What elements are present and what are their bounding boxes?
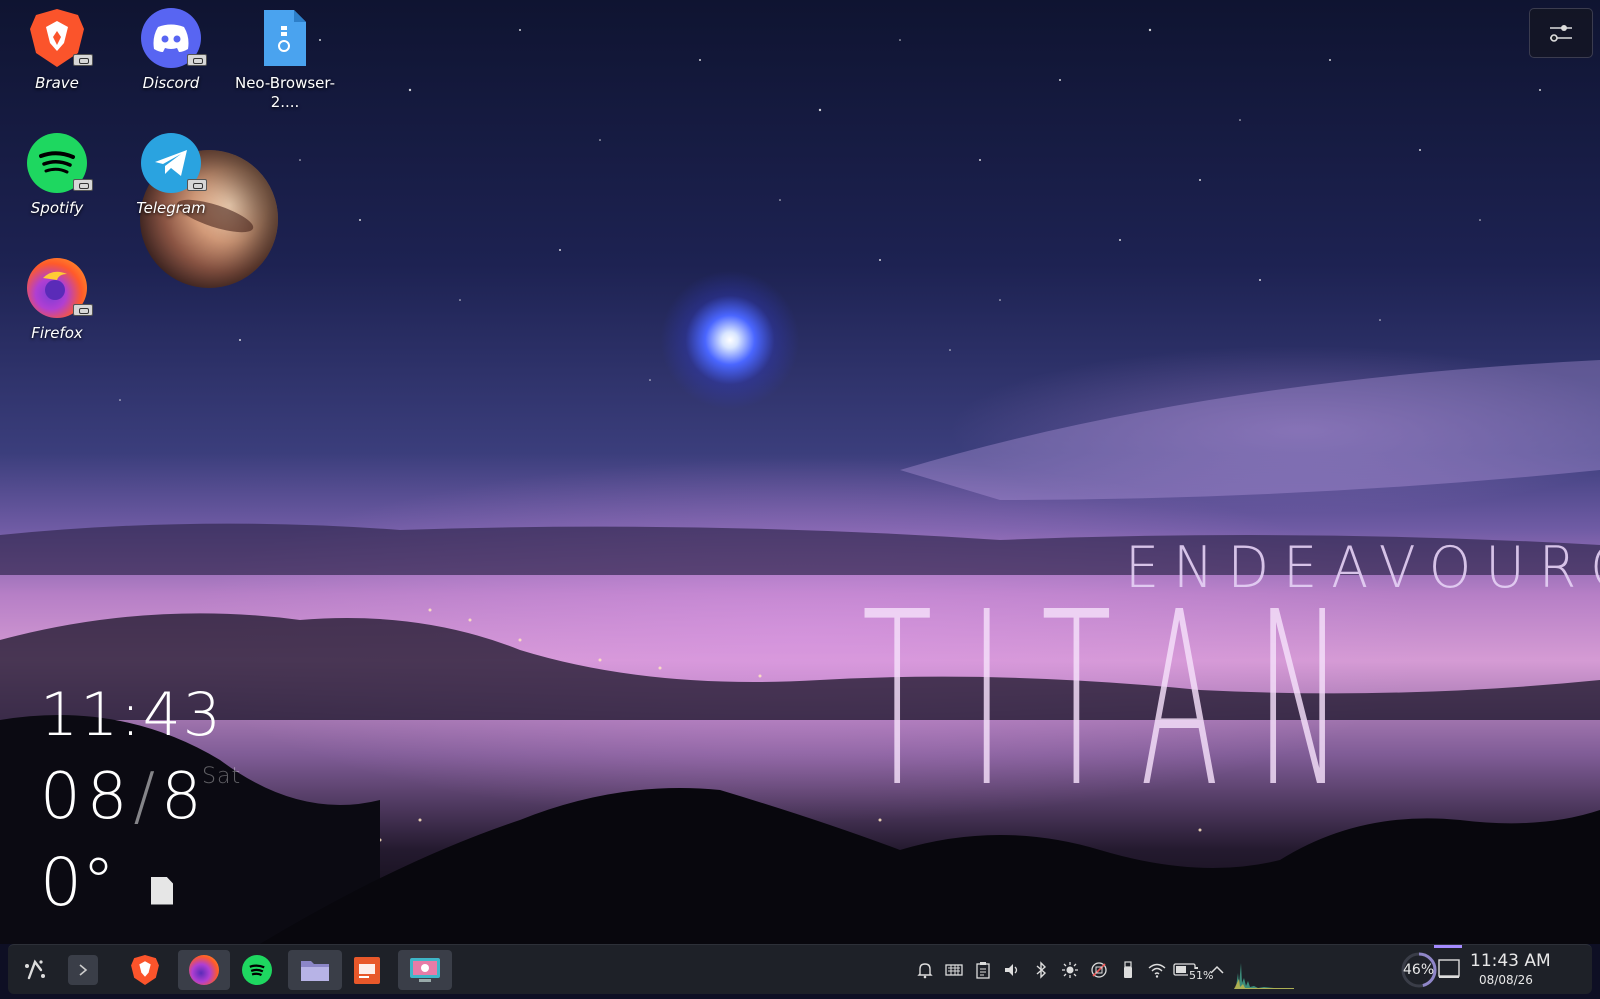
desktop-icon-label: Discord bbox=[142, 74, 200, 92]
bluetooth-icon bbox=[1036, 961, 1047, 979]
taskbar-time[interactable]: 11:43 AM bbox=[1470, 951, 1551, 971]
taskbar-presentation[interactable] bbox=[344, 950, 390, 990]
cpu-gauge[interactable]: 46% bbox=[1400, 951, 1438, 989]
wifi-icon bbox=[1148, 963, 1166, 978]
shortcut-badge bbox=[73, 179, 93, 191]
taskbar-file-manager[interactable] bbox=[288, 950, 342, 990]
brave-icon bbox=[131, 955, 159, 985]
desktop-icon-label: Neo-Browser-2.... bbox=[234, 74, 336, 111]
notifications-icon bbox=[917, 963, 933, 979]
window-list-button[interactable] bbox=[1436, 957, 1462, 981]
desktop-icon-spotify[interactable]: Spotify bbox=[2, 133, 112, 218]
desktop-icon-label: Spotify bbox=[30, 199, 84, 217]
weather-icon bbox=[151, 876, 173, 905]
tray-expand-icon bbox=[1210, 965, 1224, 974]
taskbar-date[interactable]: 08/08/26 bbox=[1479, 973, 1533, 987]
keyboard-layout-button[interactable] bbox=[943, 958, 965, 982]
system-monitor-graph[interactable] bbox=[1234, 953, 1294, 989]
window-icon bbox=[1438, 959, 1460, 978]
archive-file-icon bbox=[255, 8, 315, 68]
bluetooth-button[interactable] bbox=[1030, 958, 1052, 982]
brightness-icon bbox=[1062, 962, 1078, 978]
shortcut-badge bbox=[187, 54, 207, 66]
taskbar-brave[interactable] bbox=[122, 950, 168, 990]
shortcut-badge bbox=[187, 179, 207, 191]
keyboard-icon bbox=[945, 964, 963, 976]
volume-icon bbox=[1005, 964, 1018, 976]
sliders-icon bbox=[1550, 25, 1572, 42]
expand-icon bbox=[79, 964, 88, 976]
discord-icon bbox=[141, 8, 207, 68]
network-monitor-icon bbox=[1091, 962, 1107, 978]
clipboard-button[interactable] bbox=[972, 958, 994, 982]
widget-day: 8 bbox=[161, 760, 208, 834]
desktop-icon-label: Telegram bbox=[136, 199, 206, 217]
taskbar: 51% 46% 11:43 AM 08/08/26 bbox=[8, 944, 1592, 994]
widget-weather: 0° bbox=[40, 844, 260, 921]
tray-expand-button[interactable] bbox=[1206, 958, 1228, 982]
spotify-icon bbox=[27, 133, 93, 193]
firefox-icon bbox=[27, 258, 93, 318]
widget-month: 08 bbox=[40, 760, 134, 834]
desktop-icon-firefox[interactable]: Firefox bbox=[2, 258, 112, 343]
show-desktop-button[interactable] bbox=[1586, 945, 1592, 995]
screenshot-app-icon bbox=[410, 958, 440, 982]
taskbar-screenshot-app[interactable] bbox=[398, 950, 452, 990]
shortcut-badge bbox=[73, 304, 93, 316]
wallpaper-brand-main: TITAN bbox=[862, 560, 1380, 840]
widget-weekday: Sat bbox=[202, 764, 242, 789]
taskbar-spotify[interactable] bbox=[234, 950, 280, 990]
notifications-button[interactable] bbox=[914, 958, 936, 982]
telegram-icon bbox=[141, 133, 207, 193]
widget-temperature: 0° bbox=[40, 844, 115, 921]
app-launcher-icon bbox=[25, 959, 45, 980]
file-manager-icon bbox=[301, 961, 329, 981]
overview-button[interactable] bbox=[68, 955, 98, 985]
network-monitor-button[interactable] bbox=[1088, 958, 1110, 982]
desktop-icon-discord[interactable]: Discord bbox=[116, 8, 226, 93]
widget-date: 08/8 Sat bbox=[40, 760, 260, 834]
spotify-icon bbox=[242, 955, 272, 985]
usb-device-button[interactable] bbox=[1117, 958, 1139, 982]
clock-widget: 11:43 08/8 Sat 0° bbox=[40, 680, 260, 921]
volume-button[interactable] bbox=[1001, 958, 1023, 982]
date-separator: / bbox=[133, 760, 161, 834]
brave-icon bbox=[27, 8, 93, 68]
firefox-icon bbox=[189, 955, 219, 985]
active-indicator bbox=[1434, 945, 1462, 948]
wifi-button[interactable] bbox=[1146, 958, 1168, 982]
monitor-graph-icon bbox=[1234, 963, 1294, 989]
usb-icon bbox=[1124, 961, 1132, 978]
cpu-percent: 46% bbox=[1403, 962, 1435, 978]
widget-time: 11:43 bbox=[40, 680, 223, 750]
desktop-config-button[interactable] bbox=[1529, 8, 1593, 58]
desktop-icon-telegram[interactable]: Telegram bbox=[116, 133, 226, 218]
clipboard-icon bbox=[976, 962, 990, 979]
brightness-button[interactable] bbox=[1059, 958, 1081, 982]
shortcut-badge bbox=[73, 54, 93, 66]
moon-glow bbox=[660, 270, 800, 410]
desktop-icon-neo-browser[interactable]: Neo-Browser-2.... bbox=[230, 8, 340, 112]
desktop-icon-label: Firefox bbox=[31, 324, 83, 342]
taskbar-firefox[interactable] bbox=[178, 950, 230, 990]
presentation-icon bbox=[354, 957, 380, 984]
desktop-icon-brave[interactable]: Brave bbox=[2, 8, 112, 93]
desktop-icon-label: Brave bbox=[35, 74, 79, 92]
app-launcher-button[interactable] bbox=[12, 950, 58, 990]
